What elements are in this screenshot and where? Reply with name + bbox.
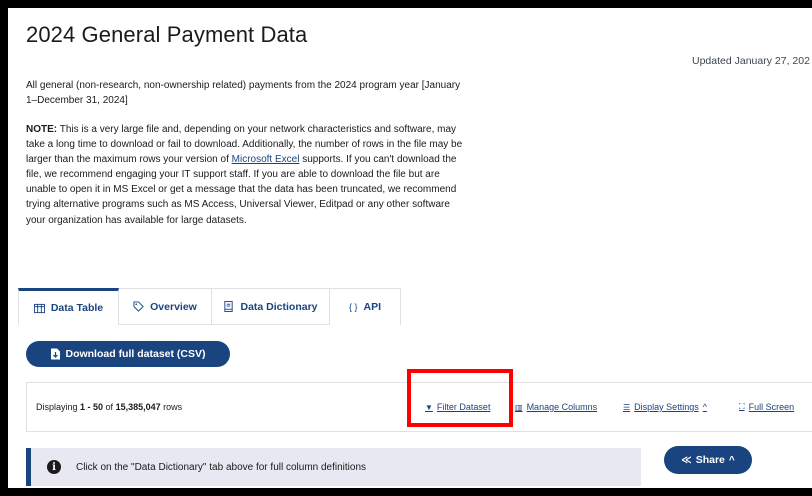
download-label: Download full dataset (CSV) [65,348,206,360]
info-text: Click on the "Data Dictionary" tab above… [76,461,367,473]
page-title: 2024 General Payment Data [26,22,308,47]
file-download-icon [51,348,61,360]
tag-icon [133,301,144,312]
row-total: 15,385,047 [115,402,161,412]
tab-label: Data Table [50,302,104,314]
columns-icon: ▥ [515,402,523,412]
note-label: NOTE: [26,124,58,135]
tab-data-table[interactable]: Data Table [18,288,119,325]
expand-icon: ⛶ [739,402,745,411]
display-settings-button[interactable]: ☰ Display Settings ^ [623,402,707,412]
tab-label: Overview [150,300,197,313]
share-button[interactable]: ≪ Share ^ [664,446,752,474]
of-text: of [103,402,116,412]
table-toolbar: Displaying 1 - 50 of 15,385,047 rows ▼ F… [26,382,812,432]
tab-bar: Data Table Overview Data Dictionary { } … [18,288,401,325]
download-full-dataset-button[interactable]: Download full dataset (CSV) [26,341,230,367]
manage-columns-button[interactable]: ▥ Manage Columns [515,402,597,412]
share-label: Share [695,454,725,466]
updated-date: Updated January 27, 202 [692,55,810,67]
page-frame: 2024 General Payment Data Updated Januar… [8,8,812,488]
book-icon [224,301,234,312]
sliders-icon: ☰ [623,402,631,412]
tab-label: Data Dictionary [240,300,318,313]
share-icon: ≪ [681,454,692,466]
fullscreen-label: Full Screen [748,402,795,412]
tab-api[interactable]: { } API [330,288,401,325]
filter-dataset-button[interactable]: ▼ Filter Dataset [425,402,490,412]
info-alert: i Click on the "Data Dictionary" tab abo… [26,448,641,486]
dataset-description: All general (non-research, non-ownership… [26,80,461,106]
chevron-up-icon: ^ [728,454,735,466]
full-screen-button[interactable]: ⛶ Full Screen [739,402,794,412]
code-icon: { } [348,302,358,312]
filter-icon: ▼ [425,402,433,412]
displaying-prefix: Displaying [36,402,81,412]
filter-label: Filter Dataset [436,402,491,412]
tab-label: API [363,301,382,313]
manage-label: Manage Columns [526,402,598,412]
tab-overview[interactable]: Overview [119,288,212,325]
row-range: 1 - 50 [80,402,104,412]
chevron-up-icon: ^ [702,402,707,412]
info-icon: i [47,460,61,474]
microsoft-excel-link[interactable]: Microsoft Excel [232,154,300,165]
display-label: Display Settings [634,402,699,412]
table-icon [33,303,45,313]
tab-data-dictionary[interactable]: Data Dictionary [212,288,330,325]
rows-suffix: rows [160,402,183,412]
note-paragraph: NOTE: This is a very large file and, dep… [26,122,466,228]
row-count-text: Displaying 1 - 50 of 15,385,047 rows [36,402,182,412]
